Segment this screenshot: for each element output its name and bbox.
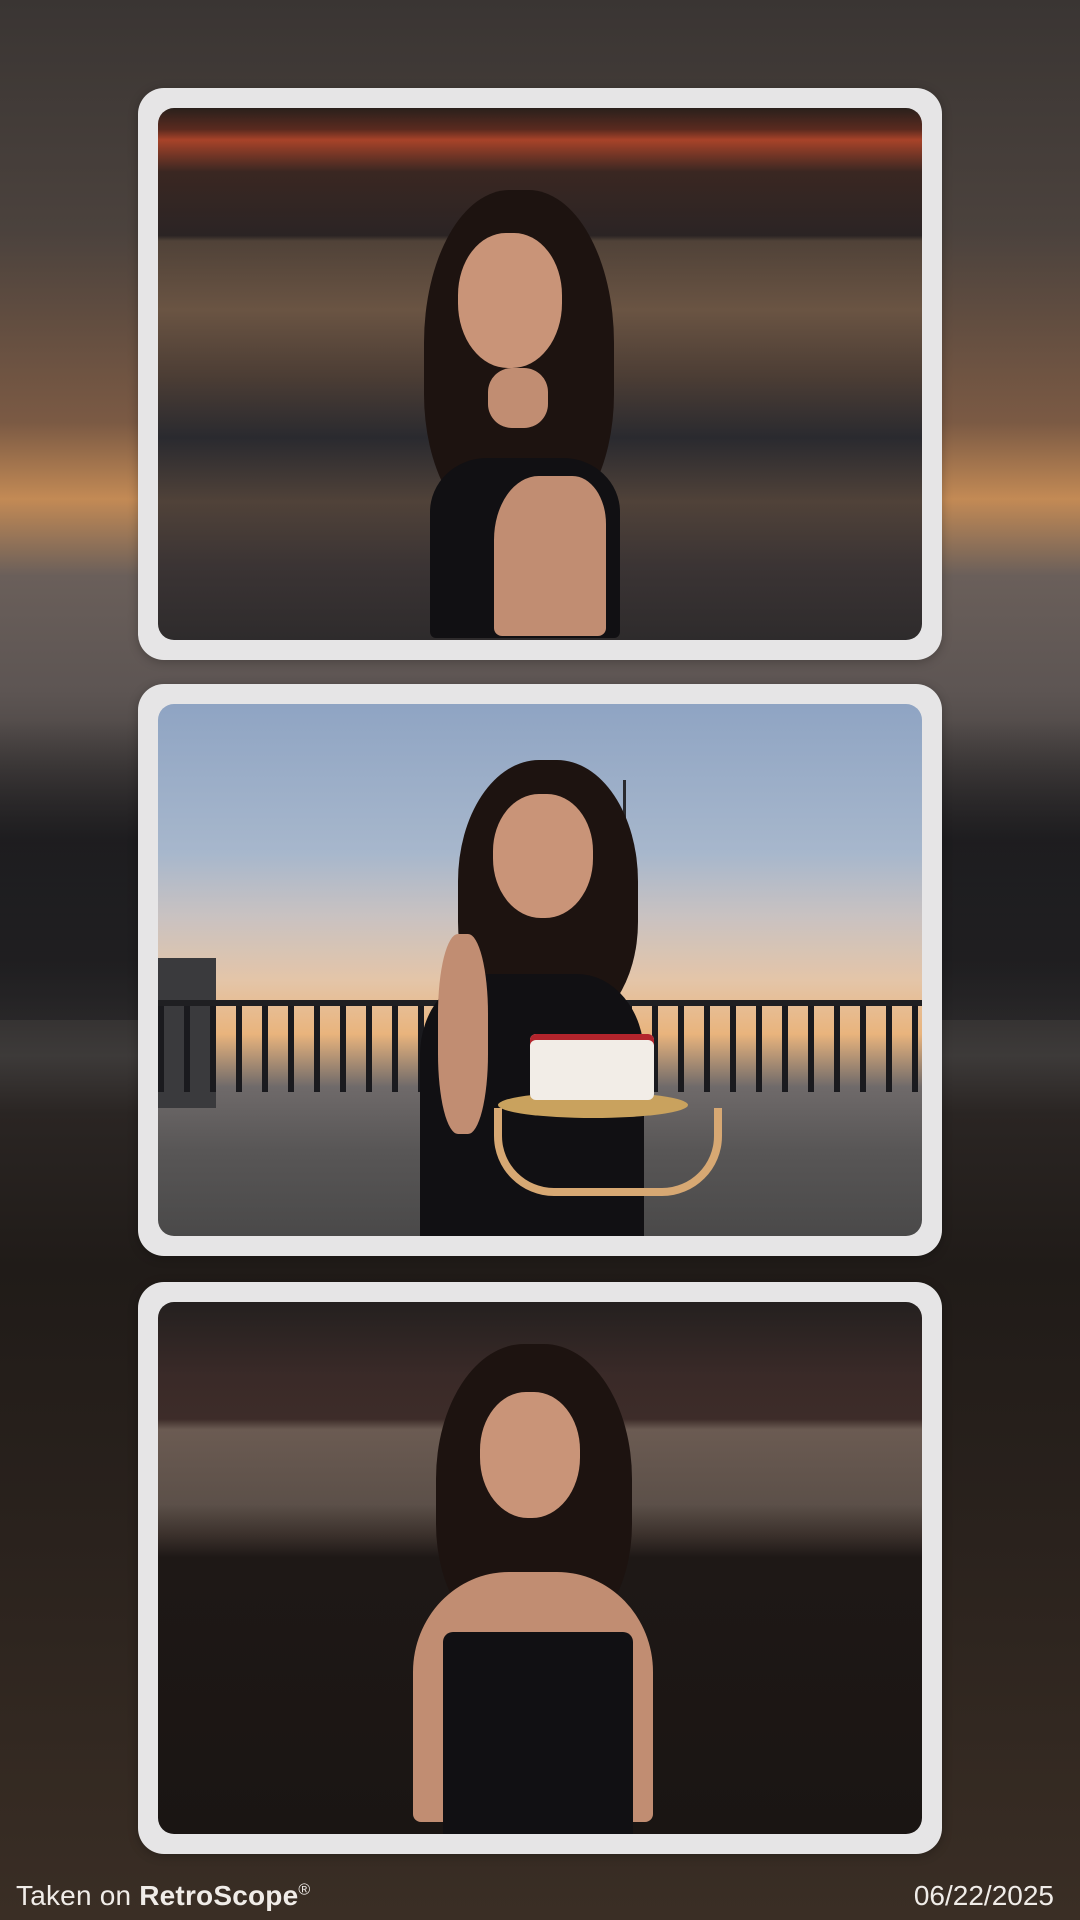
face-1: [458, 233, 562, 368]
photo-2: [158, 704, 922, 1236]
cake-ribbon: [494, 1108, 722, 1196]
face-3: [480, 1392, 580, 1518]
photo-card-1[interactable]: [138, 88, 942, 660]
neck-1: [488, 368, 548, 428]
photo-3: [158, 1302, 922, 1834]
photo-card-2[interactable]: [138, 684, 942, 1256]
credit-prefix: Taken on: [16, 1880, 132, 1911]
dress-3: [443, 1632, 633, 1834]
photo-1: [158, 108, 922, 640]
arm-left-2: [438, 934, 488, 1134]
shoulder-1: [494, 476, 606, 636]
photo-card-3[interactable]: [138, 1282, 942, 1854]
birthday-cake: [530, 1034, 654, 1100]
camera-credit: Taken on RetroScope®: [16, 1880, 310, 1912]
photo-date: 06/22/2025: [913, 1880, 1054, 1911]
face-2: [493, 794, 593, 918]
trademark-symbol: ®: [298, 1881, 311, 1899]
brand-name: RetroScope: [139, 1880, 299, 1911]
